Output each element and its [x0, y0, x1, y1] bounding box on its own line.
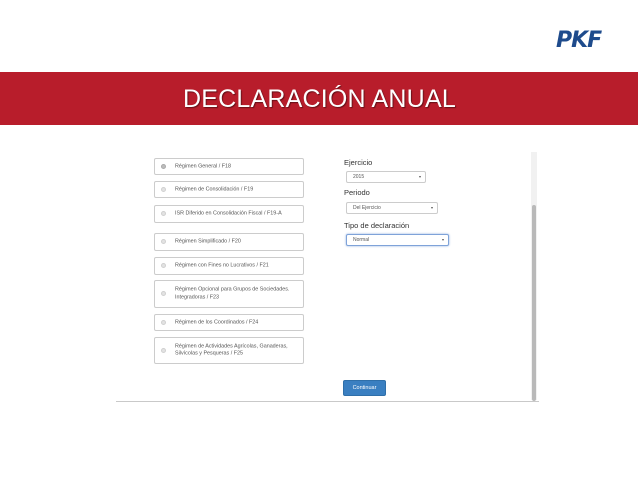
chevron-down-icon: ▾: [430, 205, 433, 210]
chevron-down-icon: ▾: [418, 174, 421, 179]
regime-option-f18[interactable]: Régimen General / F18: [154, 158, 304, 175]
chevron-down-icon: ▾: [441, 237, 444, 242]
tipo-declaracion-label: Tipo de declaración: [344, 221, 410, 230]
radio-icon[interactable]: [161, 319, 166, 325]
periodo-value: Del Ejercicio: [353, 205, 381, 211]
regime-label: Régimen General / F18: [175, 162, 232, 169]
radio-icon[interactable]: [161, 239, 166, 244]
periodo-select[interactable]: Del Ejercicio ▾: [346, 202, 438, 214]
regime-label: Régimen Simplificado / F20: [175, 238, 241, 245]
panel-bottom-border: [116, 401, 539, 402]
regime-option-f21[interactable]: Régimen con Fines no Lucrativos / F21: [154, 257, 304, 275]
regime-option-f23[interactable]: Régimen Opcional para Grupos de Sociedad…: [154, 280, 304, 308]
continue-button[interactable]: Continuar: [343, 380, 386, 396]
regime-label: Régimen de Actividades Agrícolas, Ganade…: [175, 343, 288, 357]
regime-label: Régimen Opcional para Grupos de Sociedad…: [175, 286, 290, 301]
logo-text: PKF: [556, 28, 602, 53]
pkf-logo: PKF: [556, 27, 612, 55]
radio-icon[interactable]: [161, 291, 166, 296]
regime-option-f24[interactable]: Régimen de los Coordinados / F24: [154, 314, 304, 331]
scrollbar-thumb[interactable]: [532, 205, 536, 401]
tipo-declaracion-select[interactable]: Normal ▾: [346, 234, 449, 246]
regime-label: Régimen con Fines no Lucrativos / F21: [175, 262, 269, 269]
regime-option-f25[interactable]: Régimen de Actividades Agrícolas, Ganade…: [154, 337, 304, 364]
page-title: DECLARACIÓN ANUAL: [183, 85, 456, 113]
ejercicio-label: Ejercicio: [344, 158, 373, 167]
regime-label: ISR Diferido en Consolidación Fiscal / F…: [175, 210, 282, 217]
radio-checked-icon[interactable]: [161, 163, 166, 169]
ejercicio-value: 2015: [353, 174, 365, 180]
tipo-declaracion-value: Normal: [353, 237, 370, 243]
regime-option-f19[interactable]: Régimen de Consolidación / F19: [154, 181, 304, 198]
regime-label: Régimen de Consolidación / F19: [175, 185, 254, 192]
radio-icon[interactable]: [161, 211, 166, 216]
periodo-label: Periodo: [344, 188, 370, 197]
ejercicio-select[interactable]: 2015 ▾: [346, 171, 426, 183]
regime-label: Régimen de los Coordinados / F24: [175, 318, 259, 325]
regime-option-f20[interactable]: Régimen Simplificado / F20: [154, 233, 304, 251]
regime-option-f19a[interactable]: ISR Diferido en Consolidación Fiscal / F…: [154, 205, 304, 223]
radio-icon[interactable]: [161, 186, 166, 192]
radio-icon[interactable]: [161, 347, 166, 353]
radio-icon[interactable]: [161, 263, 166, 268]
